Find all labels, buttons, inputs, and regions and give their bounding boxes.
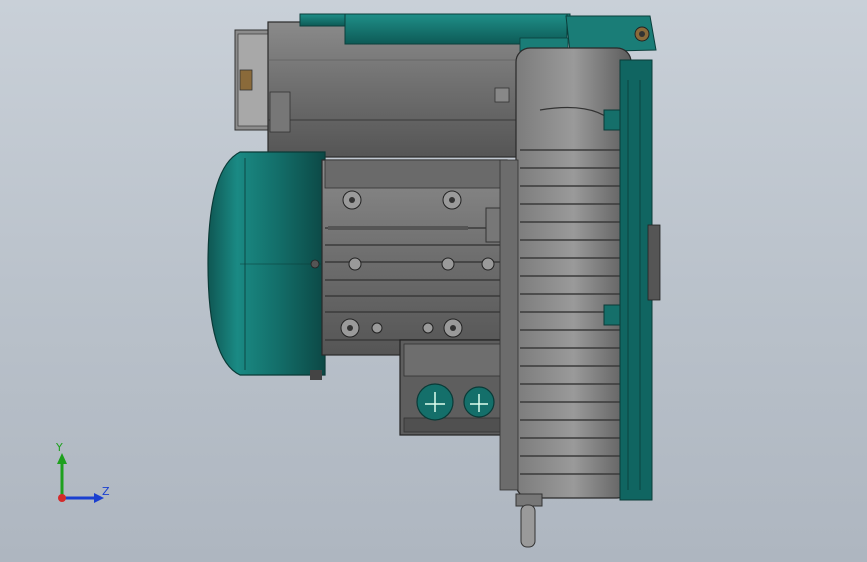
triad-axes <box>57 453 104 503</box>
cable-gland-left <box>416 383 454 421</box>
x-axis-origin <box>58 494 66 502</box>
cable-gland-right <box>463 386 495 418</box>
motor-end-cap <box>207 151 326 380</box>
cad-viewport[interactable]: Y Z <box>0 0 867 562</box>
orientation-triad: Y Z <box>40 440 130 520</box>
y-axis-label: Y <box>56 441 63 454</box>
drain-plug <box>515 493 543 548</box>
motor-body <box>321 159 517 356</box>
terminal-box <box>399 339 507 436</box>
blower-housing <box>499 47 661 501</box>
blower-motor-model[interactable] <box>0 0 867 562</box>
y-axis-arrowhead <box>57 453 67 464</box>
z-axis-label: Z <box>102 485 110 498</box>
